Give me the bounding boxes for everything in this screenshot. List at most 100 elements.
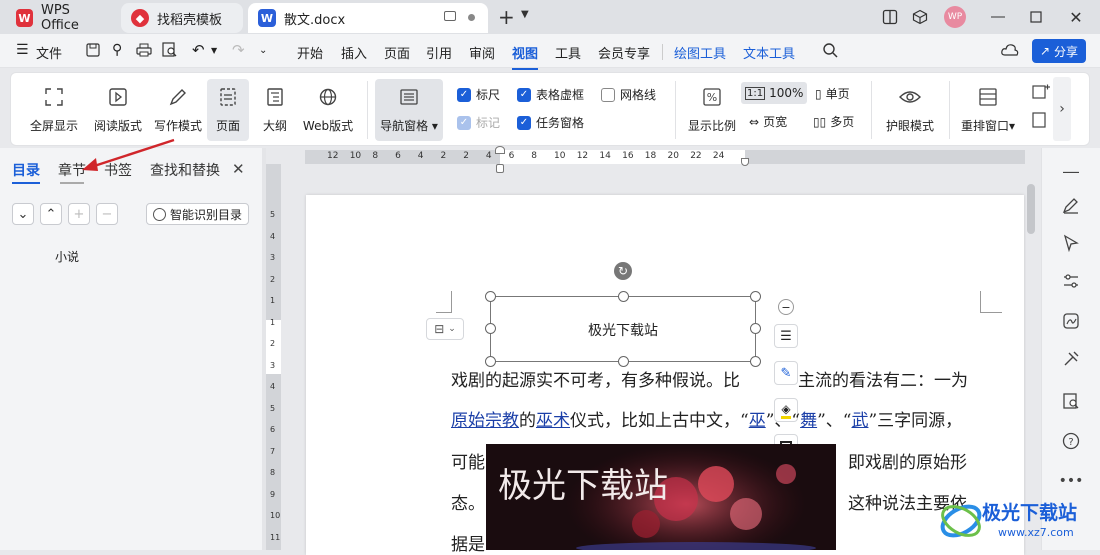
- sliders-icon[interactable]: [1060, 270, 1082, 292]
- tools-icon[interactable]: [1060, 348, 1082, 370]
- signature-icon[interactable]: [1060, 310, 1082, 332]
- menu-text-tools[interactable]: 文本工具: [743, 43, 795, 62]
- smart-toc-button[interactable]: 智能识别目录: [146, 203, 249, 225]
- toc-item[interactable]: 小说: [55, 248, 79, 265]
- cube-icon[interactable]: [902, 0, 938, 34]
- more-dropdown-icon[interactable]: ⌄: [259, 45, 267, 56]
- textbox-text[interactable]: 极光下载站: [588, 320, 658, 340]
- vertical-scrollbar[interactable]: [1026, 166, 1036, 550]
- print-icon[interactable]: [136, 43, 152, 60]
- indent-marker[interactable]: [495, 146, 505, 154]
- hyperlink[interactable]: 武: [851, 411, 868, 431]
- pen-icon[interactable]: [1060, 194, 1082, 216]
- maximize-button[interactable]: [1018, 0, 1054, 34]
- remove-button[interactable]: −: [96, 203, 118, 225]
- preview-icon[interactable]: [162, 42, 178, 61]
- add-button[interactable]: +: [68, 203, 90, 225]
- body-paragraph[interactable]: 即戏剧的原始形: [848, 448, 967, 473]
- hyperlink[interactable]: 巫: [749, 411, 766, 431]
- close-button[interactable]: ✕: [1058, 0, 1094, 34]
- single-page-button[interactable]: ▯ 单页: [815, 85, 850, 102]
- resize-handle[interactable]: [750, 291, 761, 302]
- menu-review[interactable]: 审阅: [469, 43, 495, 62]
- outline-button[interactable]: 大纲: [255, 79, 295, 141]
- body-paragraph[interactable]: 主流的看法有二：一为: [798, 366, 968, 391]
- zoom-100-button[interactable]: 1:1 100%: [741, 82, 808, 104]
- menu-drawing-tools[interactable]: 绘图工具: [674, 43, 726, 62]
- menu-page[interactable]: 页面: [384, 43, 410, 62]
- layout-options-button[interactable]: ⊟ ⌄: [426, 318, 464, 340]
- tab-document[interactable]: W 散文.docx: [248, 3, 488, 33]
- gridlines-checkbox[interactable]: 网格线: [601, 86, 656, 103]
- search-icon[interactable]: [822, 42, 838, 61]
- right-indent-marker[interactable]: [741, 158, 749, 166]
- menu-file[interactable]: 文件: [36, 43, 62, 62]
- menu-view[interactable]: 视图: [512, 43, 539, 70]
- redo-icon[interactable]: ↷: [232, 41, 245, 59]
- page-view-button[interactable]: 页面: [207, 79, 249, 141]
- share-button[interactable]: ↗ 分享: [1032, 39, 1086, 63]
- avatar[interactable]: WP: [944, 6, 966, 28]
- cursor-icon[interactable]: [1060, 232, 1082, 254]
- new-tab-icon[interactable]: +: [498, 5, 515, 29]
- menu-reference[interactable]: 引用: [426, 43, 452, 62]
- rearrange-window-button[interactable]: 重排窗口▾: [955, 79, 1021, 141]
- text-wrap-button[interactable]: ☰: [774, 324, 798, 348]
- left-indent-marker[interactable]: [496, 164, 504, 173]
- collapse-float-icon[interactable]: −: [778, 299, 794, 315]
- hyperlink[interactable]: 原始宗教: [451, 411, 519, 431]
- expand-button[interactable]: ⌃: [40, 203, 62, 225]
- reading-layout-button[interactable]: 阅读版式: [87, 79, 149, 141]
- more-icon[interactable]: •••: [1059, 470, 1084, 492]
- minimize-button[interactable]: ―: [980, 0, 1016, 34]
- menu-member[interactable]: 会员专享: [598, 43, 650, 62]
- cloud-icon[interactable]: [1001, 43, 1019, 60]
- zoom-button[interactable]: % 显示比例: [683, 79, 741, 141]
- new-window-icon[interactable]: [1031, 83, 1051, 136]
- resize-handle[interactable]: [750, 356, 761, 367]
- body-paragraph[interactable]: 戏剧的起源实不可考，有多种假说。比: [451, 366, 740, 391]
- embedded-image[interactable]: 极光下载站: [486, 444, 836, 550]
- tab-toc[interactable]: 目录: [12, 160, 40, 180]
- close-icon[interactable]: ✕: [232, 160, 245, 178]
- chevron-down-icon[interactable]: ▼: [521, 9, 529, 20]
- edit-shape-button[interactable]: ✎: [774, 361, 798, 385]
- body-paragraph[interactable]: 可能: [451, 448, 485, 473]
- page-width-button[interactable]: ⇔ 页宽: [749, 113, 787, 130]
- help-icon[interactable]: ?: [1060, 430, 1082, 452]
- scroll-thumb[interactable]: [1027, 184, 1035, 234]
- dot-icon[interactable]: [468, 14, 475, 21]
- resize-handle[interactable]: [485, 291, 496, 302]
- collapse-button[interactable]: ⌄: [12, 203, 34, 225]
- task-pane-checkbox[interactable]: ✓ 任务窗格: [517, 114, 584, 131]
- book-search-icon[interactable]: [1060, 390, 1082, 412]
- link-icon[interactable]: ⚲: [112, 42, 122, 58]
- hyperlink[interactable]: 舞: [800, 411, 817, 431]
- hamburger-icon[interactable]: ☰: [16, 42, 29, 58]
- hyperlink[interactable]: 巫术: [536, 411, 570, 431]
- minus-icon[interactable]: ―: [1060, 160, 1082, 182]
- body-paragraph[interactable]: 据是: [451, 530, 485, 555]
- undo-icon[interactable]: ↶: [192, 41, 205, 59]
- web-layout-button[interactable]: Web版式: [299, 79, 357, 141]
- body-paragraph[interactable]: 态。: [451, 489, 485, 514]
- body-paragraph[interactable]: 原始宗教的巫术仪式，比如上古中文，“巫”、“舞”、“武”三字同源，: [451, 406, 962, 431]
- ruler-checkbox[interactable]: ✓ 标尺: [457, 86, 500, 103]
- menu-insert[interactable]: 插入: [341, 43, 367, 62]
- table-grid-checkbox[interactable]: ✓ 表格虚框: [517, 86, 584, 103]
- resize-handle[interactable]: [618, 291, 629, 302]
- resize-handle[interactable]: [750, 323, 761, 334]
- nav-pane-button[interactable]: 导航窗格 ▾: [375, 79, 443, 141]
- save-icon[interactable]: [86, 43, 100, 60]
- eye-mode-button[interactable]: 护眼模式: [879, 79, 941, 141]
- tab-template[interactable]: ◆ 找稻壳模板: [121, 3, 243, 33]
- ribbon-next-button[interactable]: ›: [1053, 77, 1071, 141]
- tab-wps-office[interactable]: W WPS Office: [6, 3, 118, 33]
- menu-tools[interactable]: 工具: [555, 43, 581, 62]
- menu-start[interactable]: 开始: [297, 43, 323, 62]
- fullscreen-button[interactable]: 全屏显示: [23, 79, 85, 141]
- resize-handle[interactable]: [485, 323, 496, 334]
- writing-mode-button[interactable]: 写作模式: [147, 79, 209, 141]
- rotate-handle-icon[interactable]: ↻: [614, 262, 632, 280]
- screen-icon[interactable]: [444, 11, 456, 21]
